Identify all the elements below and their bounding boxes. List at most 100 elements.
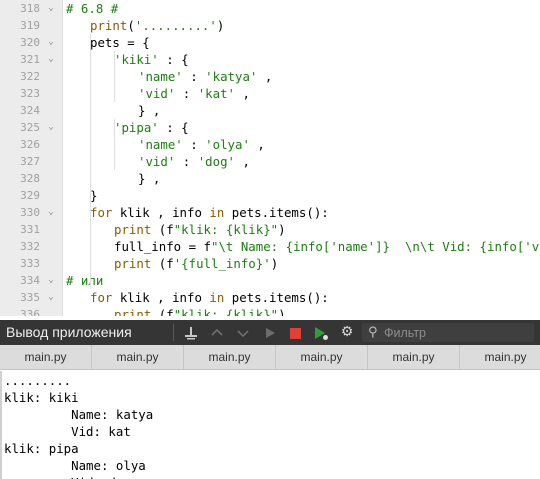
- code-token: ,: [235, 154, 250, 169]
- code-token: 'vid': [138, 154, 176, 169]
- fold-chevron-icon[interactable]: ⌄: [44, 51, 58, 68]
- code-token: pets.items():: [224, 290, 329, 305]
- code-token: in: [209, 205, 225, 220]
- code-token: ,: [257, 69, 273, 84]
- code-line[interactable]: 329}: [0, 187, 540, 204]
- line-number: 334: [20, 274, 40, 287]
- code-token: for: [90, 290, 113, 305]
- code-token: "klik: {klik}": [173, 307, 279, 316]
- code-line[interactable]: 334 ⌄ # или: [0, 272, 540, 289]
- clear-output-icon[interactable]: [182, 323, 200, 342]
- code-token: full_info = f: [114, 239, 211, 254]
- code-token: :: [175, 86, 198, 101]
- code-text: 'vid' : 'kat' ,: [138, 85, 250, 102]
- code-text: }: [90, 187, 97, 204]
- code-token: (f: [151, 307, 174, 316]
- code-token: 'kat': [197, 86, 236, 101]
- code-token: } ,: [138, 171, 161, 186]
- output-line: Vid: kat: [4, 424, 131, 439]
- code-token: 'pipa': [114, 120, 159, 135]
- fold-chevron-icon[interactable]: ⌄: [44, 34, 58, 51]
- code-line[interactable]: 323 'vid' : 'kat' ,: [0, 85, 540, 102]
- indent-guide: [90, 34, 91, 289]
- code-token: : {: [158, 120, 189, 135]
- code-token: :: [182, 137, 206, 152]
- code-line[interactable]: 321 ⌄ 'kiki' : {: [0, 51, 540, 68]
- code-line[interactable]: 336 print (f"klik: {klik}"): [0, 306, 540, 316]
- code-line[interactable]: 328} ,: [0, 170, 540, 187]
- code-line[interactable]: 331 print (f"klik: {klik}"): [0, 221, 540, 238]
- code-token: "\t Name: {info['name']} \n\t Vid: {info…: [210, 239, 540, 254]
- code-token: for: [90, 205, 113, 220]
- line-number: 324: [20, 104, 40, 117]
- code-token: # 6.8 #: [66, 1, 119, 16]
- code-line[interactable]: 335 ⌄ for klik , info in pets.items():: [0, 289, 540, 306]
- code-text: 'kiki' : {: [114, 51, 189, 68]
- code-token: ,: [249, 137, 265, 152]
- fold-chevron-icon[interactable]: ⌄: [44, 289, 58, 306]
- code-line[interactable]: 318 ⌄ # 6.8 #: [0, 0, 540, 17]
- filter-box[interactable]: ⚲: [362, 323, 534, 342]
- code-line[interactable]: 325 ⌄ 'pipa' : {: [0, 119, 540, 136]
- code-text: 'name' : 'katya' ,: [138, 68, 272, 85]
- output-tab[interactable]: main.py: [184, 345, 276, 370]
- code-text: print (f"klik: {klik}"): [114, 306, 286, 316]
- output-line: .........: [4, 373, 72, 388]
- line-number: 335: [20, 291, 40, 304]
- code-token: :: [182, 69, 206, 84]
- code-token: 'vid': [138, 86, 176, 101]
- code-line[interactable]: 330 ⌄ for klik , info in pets.items():: [0, 204, 540, 221]
- code-token: print: [90, 18, 128, 33]
- code-token: '{full_info}': [173, 256, 271, 271]
- code-text: for klik , info in pets.items():: [90, 204, 329, 221]
- code-text: pets = {: [90, 34, 150, 51]
- filter-input[interactable]: [384, 323, 524, 342]
- toolbar-divider: [173, 324, 174, 341]
- run-icon[interactable]: [262, 323, 278, 342]
- line-number: 322: [20, 70, 40, 83]
- code-line[interactable]: 324 } ,: [0, 102, 540, 119]
- code-line[interactable]: 327 'vid' : 'dog' ,: [0, 153, 540, 170]
- next-icon[interactable]: [234, 323, 252, 342]
- code-token: 'name': [138, 137, 183, 152]
- line-number: 323: [20, 87, 40, 100]
- fold-chevron-icon[interactable]: ⌄: [44, 0, 58, 17]
- fold-chevron-icon[interactable]: ⌄: [44, 119, 58, 136]
- line-number: 325: [20, 121, 40, 134]
- code-token: 'olya': [205, 137, 250, 152]
- output-tab[interactable]: main.py: [460, 345, 540, 370]
- output-tab[interactable]: main.py: [92, 345, 184, 370]
- code-text: # или: [66, 272, 103, 289]
- fold-chevron-icon[interactable]: ⌄: [44, 272, 58, 289]
- code-text: 'vid' : 'dog' ,: [138, 153, 250, 170]
- line-number: 319: [20, 19, 40, 32]
- stop-icon[interactable]: [287, 323, 303, 342]
- code-token: ): [278, 307, 286, 316]
- code-text: full_info = f"\t Name: {info['name']} \n…: [114, 238, 540, 255]
- code-line[interactable]: 319 print('.........'): [0, 17, 540, 34]
- output-line: Vid: dog: [4, 474, 131, 479]
- line-number: 320: [20, 36, 40, 49]
- code-token: "klik: {klik}": [173, 222, 279, 237]
- line-number: 336: [20, 308, 40, 316]
- code-text: 'name' : 'olya' ,: [138, 136, 265, 153]
- settings-icon[interactable]: ⚙: [338, 323, 356, 342]
- code-text: # 6.8 #: [66, 0, 118, 17]
- code-line[interactable]: 326 'name' : 'olya' ,: [0, 136, 540, 153]
- code-line[interactable]: 322 'name' : 'katya' ,: [0, 68, 540, 85]
- output-tab[interactable]: main.py: [368, 345, 460, 370]
- output-tab[interactable]: main.py: [276, 345, 368, 370]
- indent-guide: [114, 119, 115, 170]
- code-line[interactable]: 333 print (f'{full_info}'): [0, 255, 540, 272]
- code-token: (f: [151, 256, 174, 271]
- output-tab[interactable]: main.py: [0, 345, 92, 370]
- code-line[interactable]: 320 ⌄ pets = {: [0, 34, 540, 51]
- code-token: } ,: [138, 103, 161, 118]
- previous-icon[interactable]: [208, 323, 226, 342]
- code-editor[interactable]: 318 ⌄ # 6.8 #319 print('.........') 320 ⌄ pets…: [0, 0, 540, 316]
- debug-run-icon[interactable]: [312, 323, 330, 342]
- output-tabs: main.py main.py main.py main.py main.py main.…: [0, 345, 540, 370]
- code-token: klik , info: [112, 290, 210, 305]
- code-line[interactable]: 332 full_info = f"\t Name: {info['name']}…: [0, 238, 540, 255]
- fold-chevron-icon[interactable]: ⌄: [44, 204, 58, 221]
